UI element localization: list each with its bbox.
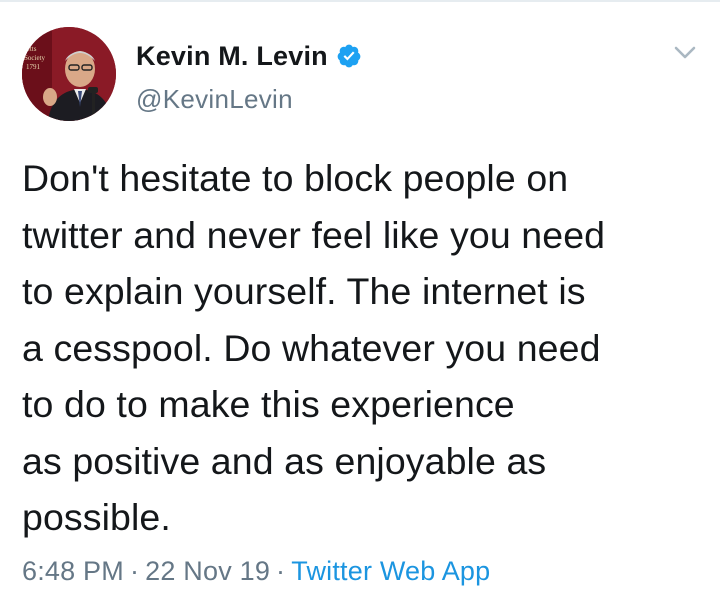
avatar-banner-text-1: setts: [24, 45, 37, 53]
tweet-text-line: to do to make this experience: [22, 383, 515, 425]
tweet-card: setts Society 1791 Kevin M. Levin @Kevin…: [0, 0, 720, 600]
tweet-date[interactable]: 22 Nov 19: [145, 556, 270, 586]
chevron-down-icon[interactable]: [674, 46, 696, 60]
tweet-text-line: as positive and as enjoyable as: [22, 439, 547, 482]
avatar-image: setts Society 1791: [22, 27, 116, 121]
avatar-banner-text-3: 1791: [26, 63, 41, 71]
tweet-text-line: Don't hesitate to block people on: [22, 157, 569, 199]
author-block: Kevin M. Levin @KevinLevin: [136, 40, 362, 115]
meta-separator: ·: [129, 556, 140, 586]
tweet-text-line: twitter and never feel like you need: [22, 213, 606, 256]
tweet-source-link[interactable]: Twitter Web App: [291, 556, 490, 586]
author-handle[interactable]: @KevinLevin: [136, 84, 362, 115]
meta-separator: ·: [276, 556, 286, 586]
avatar[interactable]: setts Society 1791: [22, 27, 116, 121]
tweet-text: Don't hesitate to block people on twitte…: [22, 150, 712, 546]
author-display-name[interactable]: Kevin M. Levin: [136, 41, 328, 72]
tweet-meta: 6:48 PM · 22 Nov 19 · Twitter Web App: [22, 556, 490, 587]
tweet-text-line: a cesspool. Do whatever you need: [22, 326, 601, 369]
tweet-text-line: possible.: [22, 496, 171, 538]
name-row: Kevin M. Levin: [136, 40, 362, 72]
tweet-time[interactable]: 6:48 PM: [22, 556, 124, 586]
tweet-text-line: to explain yourself. The internet is: [22, 270, 586, 312]
verified-badge-icon: [336, 43, 362, 69]
avatar-banner-text-2: Society: [24, 54, 45, 62]
